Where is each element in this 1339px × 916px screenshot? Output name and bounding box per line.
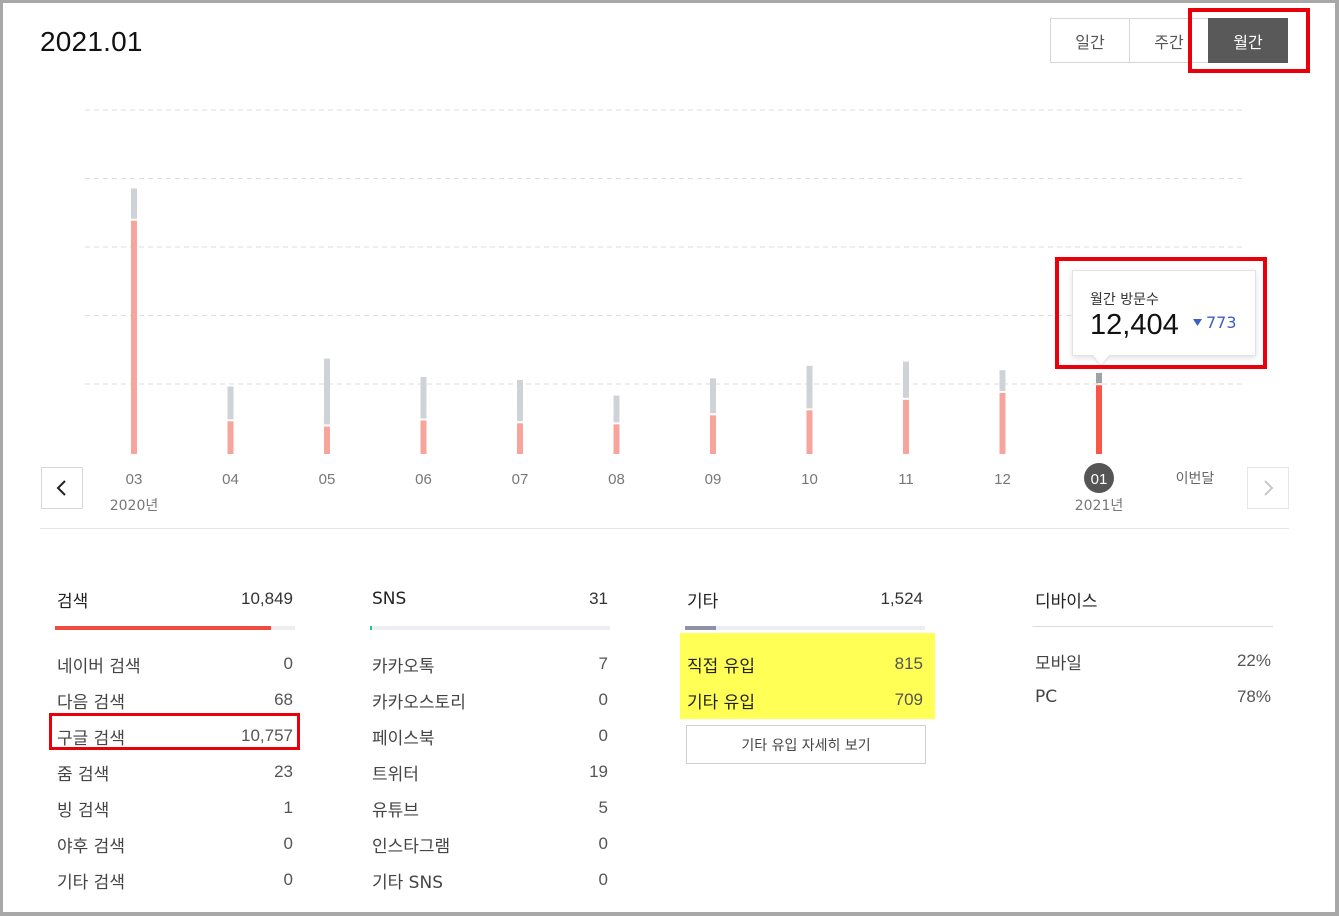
stats-search-total: 10,849 [241, 589, 293, 608]
chart-bar-secondary [227, 386, 234, 420]
chart-bar-secondary [710, 378, 716, 414]
stats-etc-title: 기타 [687, 591, 719, 612]
chart-bar-primary [806, 410, 813, 454]
chart-bar-secondary [999, 370, 1006, 391]
stats-sns: SNS 31 카카오톡 7 카카오스토리 0 페이스북 0 트위터 19 유튜브 5 인스… [370, 584, 610, 898]
x-tick-label: 05 [319, 471, 336, 488]
stats-search-bar [55, 626, 295, 630]
next-month-button[interactable] [1247, 467, 1289, 509]
chart-bar-secondary [517, 380, 523, 422]
chart-bar-secondary [806, 365, 813, 409]
chart-bar-primary [324, 426, 330, 454]
list-item: 기타 검색 0 [57, 870, 293, 893]
stats-sns-total: 31 [589, 589, 608, 608]
stats-search-title: 검색 [57, 591, 89, 612]
list-item: 트위터 19 [372, 762, 608, 785]
x-tick-label: 12 [994, 471, 1011, 488]
x-tick-label: 10 [801, 471, 818, 488]
etc-detail-button[interactable]: 기타 유입 자세히 보기 [686, 725, 926, 764]
prev-month-button[interactable] [41, 467, 83, 509]
x-tick-label: 03 [126, 471, 143, 488]
list-item: PC 78% [1035, 687, 1271, 707]
stats-sns-bar [370, 626, 610, 630]
stats-sns-bar-fill [370, 626, 373, 630]
chart-bar-primary [903, 399, 909, 454]
list-item: 빙 검색 1 [57, 798, 293, 821]
chart-bar-primary [227, 421, 234, 454]
stats-search-header: 검색 10,849 [55, 584, 295, 614]
chart-bar-secondary [613, 395, 620, 423]
section-divider [40, 528, 1289, 529]
stats-etc-total: 1,524 [880, 589, 923, 608]
x-tick-label: 01 [1091, 471, 1108, 488]
x-tick-label: 07 [512, 471, 529, 488]
current-month-caption: 이번달 [1176, 471, 1215, 487]
chart-bar-primary [517, 423, 523, 454]
list-item: 직접 유입 815 [687, 654, 923, 677]
stats-etc-bar-fill [685, 626, 717, 630]
stats-search-bar-fill [55, 626, 271, 630]
stats-device-title: 디바이스 [1035, 591, 1098, 612]
chart-bar-primary [1096, 385, 1102, 454]
chevron-right-icon [1264, 480, 1274, 496]
stats-sns-title: SNS [372, 589, 407, 609]
x-year-label: 2020년 [110, 498, 159, 514]
list-item: 줌 검색 23 [57, 762, 293, 785]
list-item: 유튜브 5 [372, 798, 608, 821]
list-item: 기타 유입 709 [687, 690, 923, 713]
stats-etc-header: 기타 1,524 [685, 584, 925, 614]
stats-device: 디바이스 모바일 22% PC 78% [1033, 584, 1273, 715]
list-item: 모바일 22% [1035, 651, 1271, 674]
chart-bar-secondary [420, 377, 427, 419]
chart-bar-secondary [324, 358, 330, 425]
x-tick-label: 06 [415, 471, 432, 488]
chart-bar-primary [613, 424, 620, 454]
stats-etc: 기타 1,524 직접 유입 815 기타 유입 709 [685, 584, 925, 718]
chart-bar-primary [420, 420, 427, 454]
chart-bar-secondary [903, 361, 909, 398]
x-tick-label: 09 [705, 471, 722, 488]
stats-device-bar [1033, 626, 1273, 627]
stats-device-header: 디바이스 [1033, 584, 1273, 614]
chart-bar-primary [710, 415, 716, 454]
x-tick-label: 11 [898, 471, 914, 488]
stats-sns-header: SNS 31 [370, 584, 610, 614]
x-year-label: 2021년 [1075, 498, 1124, 514]
list-item: 네이버 검색 0 [57, 654, 293, 677]
chevron-left-icon [56, 480, 66, 496]
list-item: 카카오스토리 0 [372, 690, 608, 713]
chart-bar-primary [131, 220, 137, 454]
list-item: 기타 SNS 0 [372, 870, 608, 893]
list-item: 인스타그램 0 [372, 834, 608, 857]
chart-bar-primary [999, 392, 1006, 454]
annotation-box-google-search [49, 713, 300, 750]
list-item: 카카오톡 7 [372, 654, 608, 677]
list-item: 야후 검색 0 [57, 834, 293, 857]
x-tick-label: 04 [222, 471, 239, 488]
chart-bar-secondary [131, 188, 137, 219]
chart-bar-secondary [1096, 372, 1102, 384]
x-tick-label: 08 [608, 471, 625, 488]
annotation-box-tooltip [1055, 257, 1267, 369]
stats-etc-bar [685, 626, 925, 630]
list-item: 페이스북 0 [372, 726, 608, 749]
